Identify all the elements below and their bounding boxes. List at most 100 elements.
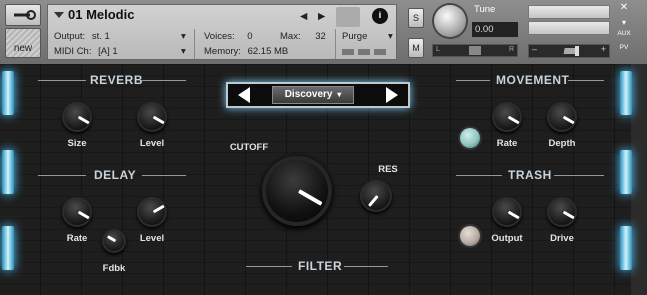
cutoff-knob[interactable]: [262, 156, 332, 226]
max-label: Max:: [280, 31, 301, 42]
reverb-title: REVERB: [90, 73, 144, 87]
glow-light: [2, 71, 14, 115]
movement-depth-label: Depth: [548, 138, 576, 149]
instrument-header: new 01 Melodic ◀ ▶ i Output: st. 1 MIDI …: [0, 0, 647, 64]
output-dropdown-icon[interactable]: ▾: [181, 31, 186, 42]
output-field[interactable]: Output: st. 1: [54, 31, 110, 42]
memory-field: Memory: 62.15 MB: [204, 46, 288, 57]
glow-light: [620, 150, 632, 194]
delay-feedback-label: Fdbk: [102, 263, 126, 274]
movement-depth-knob[interactable]: [547, 102, 577, 132]
filter-title: FILTER: [298, 259, 343, 273]
instrument-title[interactable]: 01 Melodic: [68, 7, 134, 22]
close-icon[interactable]: ✕: [616, 2, 632, 13]
purge-dropdown-icon: ▾: [388, 31, 393, 42]
pan-right-label: R: [508, 46, 514, 53]
movement-rate-label: Rate: [496, 138, 518, 149]
section-line: [456, 80, 490, 81]
midi-dropdown-icon[interactable]: ▾: [181, 46, 186, 57]
preset-dropdown[interactable]: Discovery ▾: [272, 86, 354, 104]
instrument-info-panel: 01 Melodic ◀ ▶ i Output: st. 1 MIDI Ch: …: [47, 4, 397, 60]
preset-value: Discovery: [284, 89, 333, 100]
chevron-down-icon: ▾: [337, 90, 342, 99]
wrench-icon: [14, 10, 36, 20]
volume-slider[interactable]: – +: [528, 44, 610, 58]
section-line: [38, 80, 86, 81]
reverb-size-knob[interactable]: [62, 102, 92, 132]
section-line: [246, 266, 292, 267]
new-instrument-button[interactable]: new: [5, 28, 41, 58]
tune-knob[interactable]: [434, 5, 466, 37]
divider: [335, 29, 336, 59]
delay-rate-knob[interactable]: [62, 197, 92, 227]
section-line: [344, 266, 388, 267]
max-voices-field[interactable]: Max: 32: [280, 31, 326, 42]
tune-label: Tune: [474, 4, 496, 15]
preset-selector: Discovery ▾: [226, 82, 410, 108]
next-preset-icon[interactable]: [386, 87, 398, 103]
section-line: [142, 175, 186, 176]
purge-menu[interactable]: Purge ▾: [342, 31, 393, 42]
voices-label: Voices:: [204, 31, 235, 42]
pan-slider[interactable]: L R: [432, 44, 518, 57]
output-label: Output:: [54, 31, 86, 42]
purge-label: Purge: [342, 31, 368, 42]
minus-icon: –: [532, 44, 538, 54]
next-instrument-icon[interactable]: ▶: [318, 11, 325, 22]
trash-toggle[interactable]: [460, 226, 480, 246]
movement-toggle[interactable]: [460, 128, 480, 148]
midi-label: MIDI Ch:: [54, 46, 92, 57]
trash-drive-knob[interactable]: [547, 197, 577, 227]
reverb-level-knob[interactable]: [137, 102, 167, 132]
mute-button[interactable]: M: [408, 38, 424, 58]
glow-light: [620, 71, 632, 115]
trash-output-knob[interactable]: [492, 197, 522, 227]
output-value: st. 1: [91, 31, 110, 42]
pan-handle[interactable]: [469, 46, 481, 55]
tune-value[interactable]: 0.00: [472, 22, 518, 37]
info-icon[interactable]: i: [372, 8, 388, 24]
level-meter-right: [528, 21, 610, 35]
volume-fill: [557, 48, 575, 54]
midi-value: [A] 1: [98, 46, 118, 57]
delay-level-knob[interactable]: [137, 197, 167, 227]
pan-left-label: L: [436, 46, 440, 53]
reverb-level-label: Level: [139, 138, 165, 149]
camera-icon[interactable]: [336, 7, 360, 27]
movement-title: MOVEMENT: [496, 73, 570, 87]
solo-button[interactable]: S: [408, 8, 424, 28]
max-value: 32: [315, 31, 326, 42]
glow-light: [2, 226, 14, 270]
cutoff-label: CUTOFF: [229, 142, 269, 153]
level-meter-left: [528, 5, 610, 19]
section-line: [568, 80, 604, 81]
res-label: RES: [378, 164, 398, 175]
glow-light: [2, 150, 14, 194]
collapse-arrow-icon[interactable]: [54, 12, 64, 18]
memory-label: Memory:: [204, 46, 241, 57]
prev-instrument-icon[interactable]: ◀: [300, 11, 307, 22]
movement-rate-knob[interactable]: [492, 102, 522, 132]
delay-feedback-knob[interactable]: [102, 229, 126, 253]
reverb-size-label: Size: [67, 138, 87, 149]
delay-title: DELAY: [94, 168, 137, 182]
trash-output-label: Output: [491, 233, 523, 244]
minimize-icon[interactable]: ▾: [616, 18, 632, 27]
midi-channel-field[interactable]: MIDI Ch: [A] 1: [54, 46, 118, 57]
plus-icon: +: [600, 44, 606, 54]
delay-level-label: Level: [139, 233, 165, 244]
section-line: [38, 175, 86, 176]
section-line: [554, 175, 604, 176]
divider: [194, 29, 195, 59]
voices-field: Voices: 0: [204, 31, 253, 42]
side-strip: [631, 64, 647, 295]
purge-meter: [342, 49, 388, 55]
aux-button[interactable]: AUX: [616, 30, 632, 37]
res-knob[interactable]: [360, 180, 392, 212]
volume-handle[interactable]: [575, 46, 579, 56]
section-line: [456, 175, 502, 176]
instrument-options-button[interactable]: [5, 4, 41, 26]
memory-value: 62.15 MB: [247, 46, 289, 57]
prev-preset-icon[interactable]: [238, 87, 250, 103]
pv-button[interactable]: PV: [616, 44, 632, 51]
